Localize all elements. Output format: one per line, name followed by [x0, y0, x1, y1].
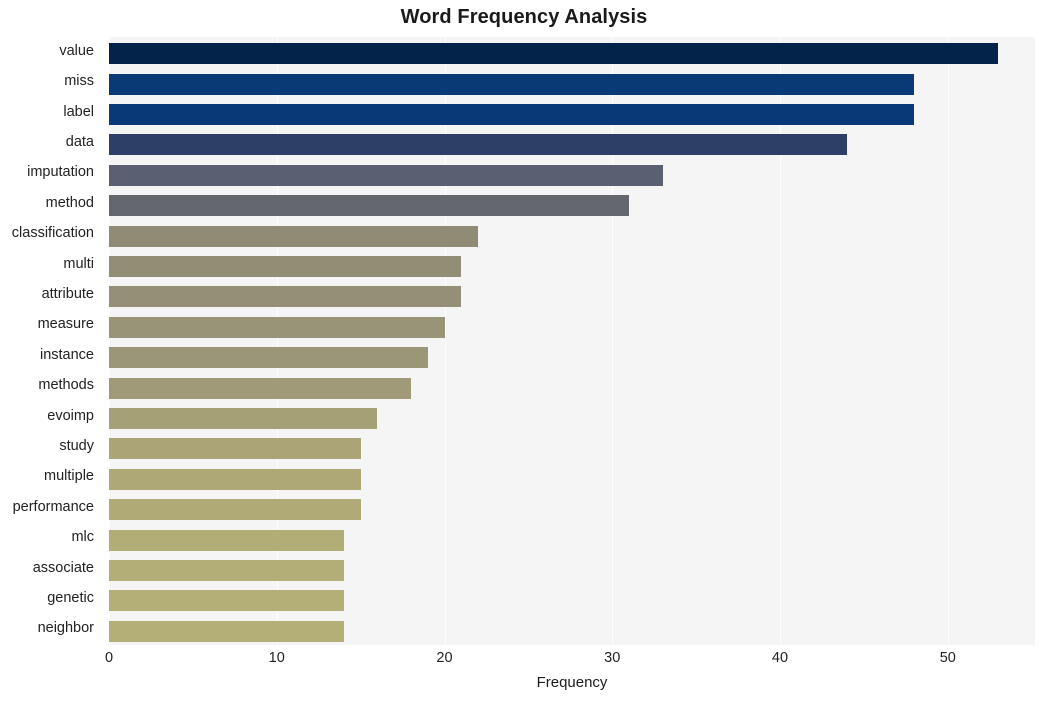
- bar-series: [109, 37, 1035, 645]
- bar: [109, 347, 428, 369]
- y-axis-tick-label: classification: [11, 225, 94, 242]
- bar: [109, 43, 999, 65]
- bar: [109, 164, 663, 186]
- bar: [109, 316, 445, 338]
- bar: [109, 620, 344, 642]
- bar: [109, 529, 344, 551]
- y-axis-tick-label: instance: [39, 346, 94, 363]
- y-axis-tick-label: imputation: [27, 164, 94, 181]
- y-axis-tick-label: multiple: [44, 468, 94, 485]
- x-axis-tick-label: 0: [104, 650, 114, 666]
- y-axis-tick-label: mlc: [71, 529, 94, 546]
- y-axis-tick-label: multi: [63, 255, 94, 272]
- x-axis-tick-label: 40: [771, 650, 789, 666]
- y-axis-tick-label: data: [65, 133, 94, 150]
- y-axis-tick-label: associate: [32, 559, 94, 576]
- bar: [109, 377, 411, 399]
- y-axis-tick-label: miss: [64, 73, 94, 90]
- bar: [109, 195, 630, 217]
- x-axis-tick-labels: 0 10 20 30 40 50: [0, 650, 1048, 676]
- y-axis-tick-label: study: [59, 437, 94, 454]
- y-axis-tick-label: method: [45, 194, 94, 211]
- y-axis-tick-label: value: [59, 42, 94, 59]
- bar: [109, 590, 344, 612]
- x-axis-title: Frequency: [536, 674, 608, 691]
- bar: [109, 408, 378, 429]
- x-axis-tick-label: 50: [939, 650, 956, 666]
- y-axis-tick-label: performance: [12, 498, 94, 515]
- bar: [109, 560, 344, 581]
- bar: [109, 286, 462, 308]
- bar: [109, 73, 915, 95]
- y-axis-tick-label: genetic: [47, 589, 94, 606]
- bar: [109, 438, 361, 460]
- y-axis-tick-label: label: [63, 103, 94, 120]
- bar: [109, 499, 361, 521]
- y-axis-tick-label: attribute: [41, 285, 94, 302]
- y-axis-tick-label: methods: [38, 377, 94, 394]
- y-axis-tick-label: neighbor: [37, 620, 94, 637]
- y-axis-tick-labels: value miss label data imputation method classi…: [0, 37, 101, 645]
- bar: [109, 104, 915, 125]
- chart-figure: Word Frequency Analysis value miss label da…: [0, 0, 1048, 701]
- y-axis-tick-label: evoimp: [47, 407, 94, 424]
- chart-title: Word Frequency Analysis: [400, 6, 648, 28]
- y-axis-tick-label: measure: [37, 316, 94, 333]
- bar: [109, 225, 479, 247]
- bar: [109, 134, 848, 156]
- x-axis-tick-label: 10: [268, 650, 285, 666]
- bar: [109, 256, 462, 277]
- plot-area: [109, 37, 1035, 645]
- x-axis-tick-label: 30: [604, 650, 621, 666]
- bar: [109, 468, 361, 490]
- x-axis-tick-label: 20: [436, 650, 453, 666]
